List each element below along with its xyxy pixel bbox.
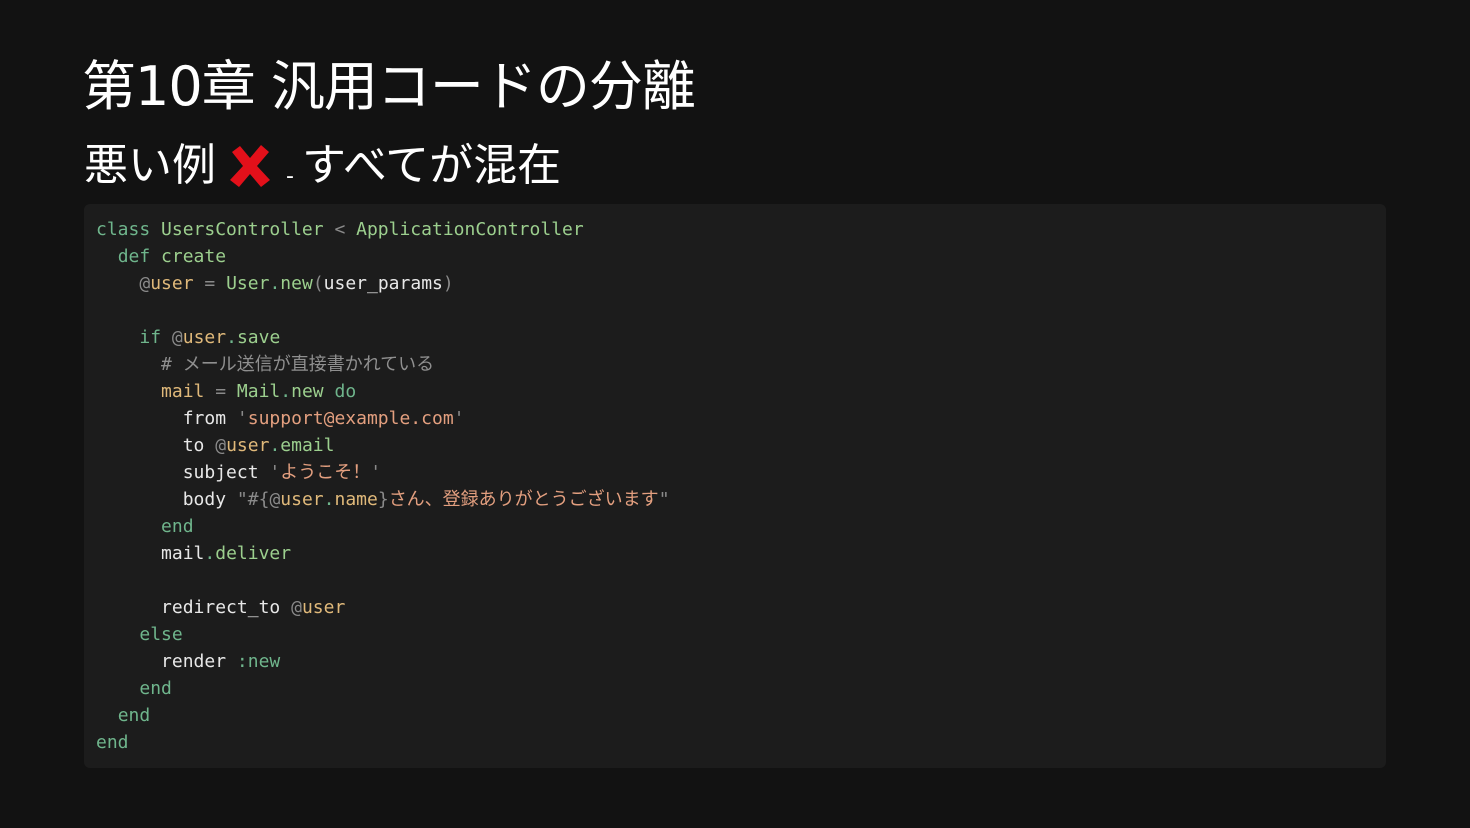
subtitle-text: すべてが混在 bbox=[301, 140, 562, 191]
code-line: render :new bbox=[161, 651, 281, 672]
code-line: else bbox=[139, 624, 183, 645]
code-line: def create bbox=[117, 246, 227, 267]
code-line: body "#{@user.name}さん、登録ありがとうございます" bbox=[182, 489, 670, 510]
code-line: # メール送信が直接書かれている bbox=[161, 354, 435, 375]
subtitle-prefix: 悪い例 bbox=[84, 140, 216, 191]
code-line: @user = User.new(user_params) bbox=[139, 273, 454, 294]
code-line: mail.deliver bbox=[161, 543, 292, 564]
code-line: to @user.email bbox=[182, 435, 335, 456]
red-cross-mark-icon bbox=[226, 142, 274, 190]
code-line: if @user.save bbox=[139, 327, 281, 348]
code-line: mail = Mail.new do bbox=[161, 381, 357, 402]
subtitle-dash: - bbox=[286, 163, 294, 189]
subtitle: 悪い例 - すべてが混在 bbox=[84, 136, 561, 196]
code-block: class UsersController < ApplicationContr… bbox=[84, 204, 1386, 768]
code-line: end bbox=[117, 705, 151, 726]
code-line: from 'support@example.com' bbox=[182, 408, 465, 429]
code-line: class UsersController < ApplicationContr… bbox=[96, 219, 584, 240]
code-line: end bbox=[96, 732, 129, 753]
code-line: end bbox=[139, 678, 172, 699]
slide-title: 第10章 汎用コードの分離 bbox=[82, 55, 696, 118]
code-line: subject 'ようこそ！' bbox=[182, 462, 382, 483]
code-line: redirect_to @user bbox=[161, 597, 346, 618]
code-line: end bbox=[161, 516, 194, 537]
